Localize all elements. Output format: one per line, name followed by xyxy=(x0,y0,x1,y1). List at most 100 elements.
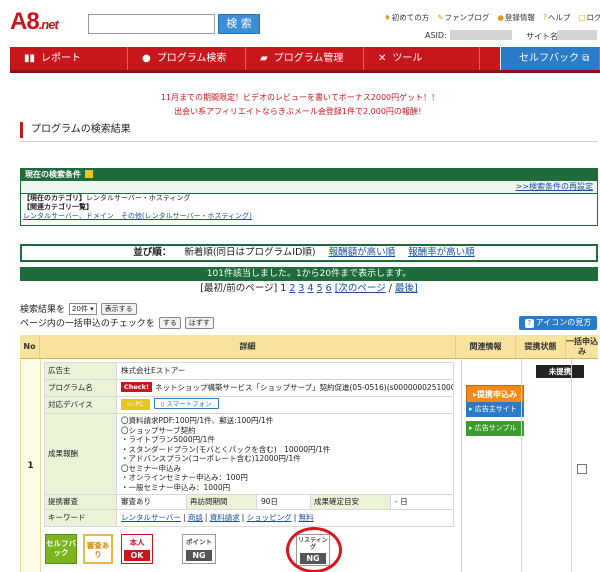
pc-device-badge: ▭ PC xyxy=(121,399,150,410)
point-ng: NG xyxy=(186,550,212,561)
main-nav: ▮▮ レポート ● プログラム検索 ▰ プログラム管理 ✕ ツール セルフバック ⧉ xyxy=(10,47,600,73)
advertiser-site-button[interactable]: ▸ 広告主サイト xyxy=(466,402,524,417)
highlight-circle xyxy=(286,527,342,572)
campaign-banner-1[interactable]: 11月までの期間限定！ビデオのレビューを書いてボーナス2000円ゲット！！ xyxy=(0,92,600,103)
reward-line: ・スタンダードプラン(モバとくパックを含む) 10000円/1件 xyxy=(121,444,331,454)
table-row: 1 広告主 株式会社Eストアー プログラム名 Check! ネットショップ構築サー… xyxy=(20,359,598,572)
status-cell: 未提携 xyxy=(521,359,584,572)
col-no: No xyxy=(20,335,40,358)
review-value: 審査あり xyxy=(117,495,187,509)
question-icon: ? xyxy=(524,319,534,328)
nav-program-search[interactable]: ● プログラム検索 xyxy=(128,47,246,70)
apply-partnership-button[interactable]: ▸ 提携申込み xyxy=(466,385,524,403)
nav-self-back[interactable]: セルフバック ⧉ xyxy=(500,47,600,70)
campaign-banner-2[interactable]: 出会い系アフィリエイトならきぶメール会登録1件で2,000円の報酬！ xyxy=(0,106,600,117)
reward-row: 成果報酬 〇資料請求PDF:100円/1件、郵送:100円/1件 〇ショップサー… xyxy=(44,413,454,494)
reward-value: 〇資料請求PDF:100円/1件、郵送:100円/1件 〇ショップサーブ契約 ・… xyxy=(117,414,453,494)
review-row: 提携審査 審査あり 再訪問期間 90日 成果確定目安 - 日 xyxy=(44,494,454,509)
pager-page-1: 1 xyxy=(280,283,287,294)
col-bulk: 一括申込み xyxy=(566,336,598,356)
icon-help-button[interactable]: ? アイコンの見方 xyxy=(519,316,597,330)
row-number: 1 xyxy=(21,359,41,572)
related-category-link[interactable]: レンタルサーバー、ドメイン その他(レンタルサーバー・ホスティング) xyxy=(23,212,252,220)
chart-icon: ▮▮ xyxy=(24,53,36,64)
review-required-icon: 審査あり xyxy=(83,534,113,564)
link-logout-label: ログアウ xyxy=(586,13,600,22)
pager: [最初/前のページ] 1 2 3 4 5 6 [次のページ / 最後] xyxy=(200,283,418,294)
sort-current: 新着順(同日はプログラムID順) xyxy=(184,247,316,258)
link-help[interactable]: ?ヘルプ xyxy=(543,12,570,23)
toggle-icon[interactable] xyxy=(85,170,93,178)
keyword-link[interactable]: ショッピング xyxy=(247,513,292,522)
asid-label: ASID: xyxy=(425,31,447,40)
reward-line: 〇セミナー申込み xyxy=(121,463,181,473)
keyword-link[interactable]: 資料請求 xyxy=(210,513,240,522)
pager-page-5[interactable]: 5 xyxy=(317,283,323,294)
result-summary: 101件該当しました。1から20件まで表示します。 xyxy=(20,267,598,281)
site-name-label: サイト名: xyxy=(526,32,561,41)
nav-report[interactable]: ▮▮ レポート xyxy=(10,47,128,70)
nav-tools[interactable]: ✕ ツール xyxy=(364,47,480,70)
show-button[interactable]: 表示する xyxy=(100,302,137,315)
page-title: プログラムの検索結果 xyxy=(20,122,131,138)
program-name-text: ネットショップ構築サービス「ショップサーブ」契約促進(05-0516)(s000… xyxy=(154,383,453,392)
pager-last[interactable]: 最後] xyxy=(395,283,418,294)
sort-by-reward-amount[interactable]: 報酬額が高い順 xyxy=(329,247,396,258)
uncheck-all-button[interactable]: はずす xyxy=(184,316,214,329)
check-all-button[interactable]: する xyxy=(158,316,181,329)
beginner-icon: ♦ xyxy=(384,13,391,22)
bulk-apply-checkbox[interactable] xyxy=(577,464,587,474)
pager-page-2[interactable]: 2 xyxy=(289,283,295,294)
col-detail: 詳細 xyxy=(40,335,456,358)
revisit-label: 再訪問期間 xyxy=(187,495,257,509)
search-button[interactable]: 検 索 xyxy=(218,14,260,34)
link-beginner[interactable]: ♦初めての方 xyxy=(384,12,429,23)
pc-device-label: PC xyxy=(135,400,144,408)
program-name-value[interactable]: Check! ネットショップ構築サービス「ショップサーブ」契約促進(05-0516… xyxy=(117,380,453,396)
nav-program-manage[interactable]: ▰ プログラム管理 xyxy=(246,47,364,70)
keyword-row: キーワード レンタルサーバー | 商談 | 資料請求 | ショッピング | 無料 xyxy=(44,509,454,527)
apply-partnership-label: 提携申込み xyxy=(477,389,517,399)
pager-next[interactable]: [次のページ xyxy=(335,283,386,294)
related-category-links: レンタルサーバー、ドメイン その他(レンタルサーバー・ホスティング) xyxy=(21,212,597,221)
point-label: ポイント xyxy=(186,538,212,546)
point-ng-icon: ポイント NG xyxy=(182,534,216,564)
per-page-row: 検索結果を 20件 ▾ 表示する xyxy=(20,302,137,315)
top-links: ♦初めての方 ✎ファンブログ ●登録情報 ?ヘルプ □ログアウ xyxy=(384,12,600,23)
keyword-link[interactable]: 無料 xyxy=(299,513,314,522)
logo-main: A8 xyxy=(10,8,40,35)
site-name-value-redacted xyxy=(557,30,597,40)
bulk-check-label: ページ内の一括申込のチェックを xyxy=(20,319,155,329)
pager-page-4[interactable]: 4 xyxy=(307,283,313,294)
reward-label: 成果報酬 xyxy=(45,414,117,494)
a8net-logo[interactable]: A8.net xyxy=(10,8,59,36)
asid-value-redacted xyxy=(450,30,512,40)
search-input[interactable] xyxy=(88,14,215,34)
results-table-header: No 詳細 関連情報 提携状態 一括申込み xyxy=(20,335,598,359)
sort-label: 並び順： xyxy=(133,247,172,258)
link-account[interactable]: ●登録情報 xyxy=(497,12,535,23)
per-page-select[interactable]: 20件 ▾ xyxy=(69,302,97,315)
reward-line: 〇ショップサーブ契約 xyxy=(121,425,196,435)
ad-sample-label: 広告サンプル xyxy=(474,424,517,432)
sort-by-reward-rate[interactable]: 報酬率が高い順 xyxy=(408,247,475,258)
link-logout[interactable]: □ログアウ xyxy=(578,12,600,23)
related-category-heading: 【関連カテゴリ一覧】 xyxy=(23,203,93,211)
col-related: 関連情報 xyxy=(456,335,516,358)
ad-sample-button[interactable]: ▸ 広告サンプル xyxy=(466,421,524,436)
reward-line: 〇資料請求PDF:100円/1件、郵送:100円/1件 xyxy=(121,416,274,425)
advertiser-value: 株式会社Eストアー xyxy=(121,366,186,375)
current-category: 【現在のカテゴリ】レンタルサーバー・ホスティング xyxy=(21,194,597,203)
revisit-value: 90日 xyxy=(257,495,311,509)
search-conditions-header[interactable]: 現在の検索条件 xyxy=(21,169,597,181)
keyword-link[interactable]: レンタルサーバー xyxy=(121,513,181,522)
self-purchase-label: 本人 xyxy=(129,538,145,547)
per-page-label: 検索結果を xyxy=(20,305,66,315)
reset-conditions-link[interactable]: >>検索条件の再設定 xyxy=(21,181,597,194)
link-blog-label: ファンブログ xyxy=(444,13,490,22)
pager-page-3[interactable]: 3 xyxy=(298,283,304,294)
link-blog[interactable]: ✎ファンブログ xyxy=(437,12,489,23)
search-conditions-title: 現在の検索条件 xyxy=(25,170,81,179)
pager-page-6[interactable]: 6 xyxy=(326,283,332,294)
keyword-link[interactable]: 商談 xyxy=(188,513,203,522)
